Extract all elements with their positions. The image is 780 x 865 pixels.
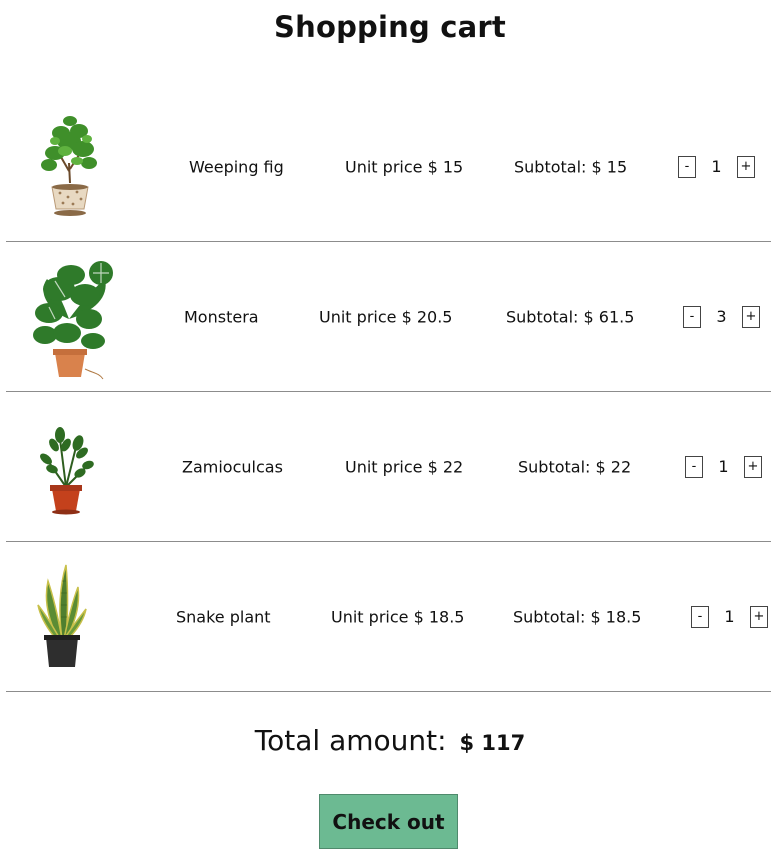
total-label: Total amount:: [254, 724, 447, 757]
quantity-stepper: - 1 +: [685, 455, 762, 478]
unit-price: Unit price $ 18.5: [331, 607, 465, 626]
total-value: $ 117: [459, 731, 526, 755]
item-name: Snake plant: [176, 607, 271, 626]
checkout-button[interactable]: Check out: [319, 794, 458, 849]
unit-price: Unit price $ 15: [345, 157, 464, 176]
monstera-plant-icon: [33, 261, 113, 380]
cart-row-weeping-fig: Weeping fig Unit price $ 15 Subtotal: $ …: [6, 92, 771, 242]
snake-plant-image: [10, 547, 114, 687]
quantity-stepper: - 3 +: [683, 305, 760, 328]
decrement-button[interactable]: -: [683, 305, 701, 328]
cart-row-snake-plant: Snake plant Unit price $ 18.5 Subtotal: …: [6, 542, 771, 692]
quantity-value: 1: [711, 157, 722, 176]
increment-button[interactable]: +: [744, 455, 762, 478]
page-title: Shopping cart: [274, 10, 506, 44]
unit-price: Unit price $ 20.5: [319, 307, 453, 326]
cart-row-monstera: Monstera Unit price $ 20.5 Subtotal: $ 6…: [6, 242, 771, 392]
quantity-stepper: - 1 +: [678, 155, 755, 178]
cart-row-zamioculcas: Zamioculcas Unit price $ 22 Subtotal: $ …: [6, 392, 771, 542]
item-name: Weeping fig: [189, 157, 284, 176]
zamioculcas-plant-icon: [40, 427, 94, 515]
quantity-value: 1: [724, 607, 735, 626]
snake-plant-icon: [37, 564, 87, 667]
weeping-fig-image: [18, 97, 122, 237]
item-name: Monstera: [184, 307, 259, 326]
increment-button[interactable]: +: [750, 605, 768, 628]
cart-list: Weeping fig Unit price $ 15 Subtotal: $ …: [6, 92, 771, 692]
decrement-button[interactable]: -: [685, 455, 703, 478]
increment-button[interactable]: +: [742, 305, 760, 328]
total-amount: Total amount: $ 117: [0, 724, 780, 757]
quantity-value: 1: [718, 457, 729, 476]
subtotal: Subtotal: $ 22: [518, 457, 632, 476]
unit-price: Unit price $ 22: [345, 457, 464, 476]
subtotal: Subtotal: $ 15: [514, 157, 628, 176]
subtotal: Subtotal: $ 18.5: [513, 607, 642, 626]
increment-button[interactable]: +: [737, 155, 755, 178]
item-name: Zamioculcas: [182, 457, 283, 476]
monstera-image: [17, 247, 121, 387]
zamioculcas-image: [14, 397, 118, 537]
quantity-value: 3: [716, 307, 727, 326]
weeping-fig-plant-icon: [41, 116, 97, 216]
quantity-stepper: - 1 +: [691, 605, 768, 628]
decrement-button[interactable]: -: [678, 155, 696, 178]
subtotal: Subtotal: $ 61.5: [506, 307, 635, 326]
decrement-button[interactable]: -: [691, 605, 709, 628]
